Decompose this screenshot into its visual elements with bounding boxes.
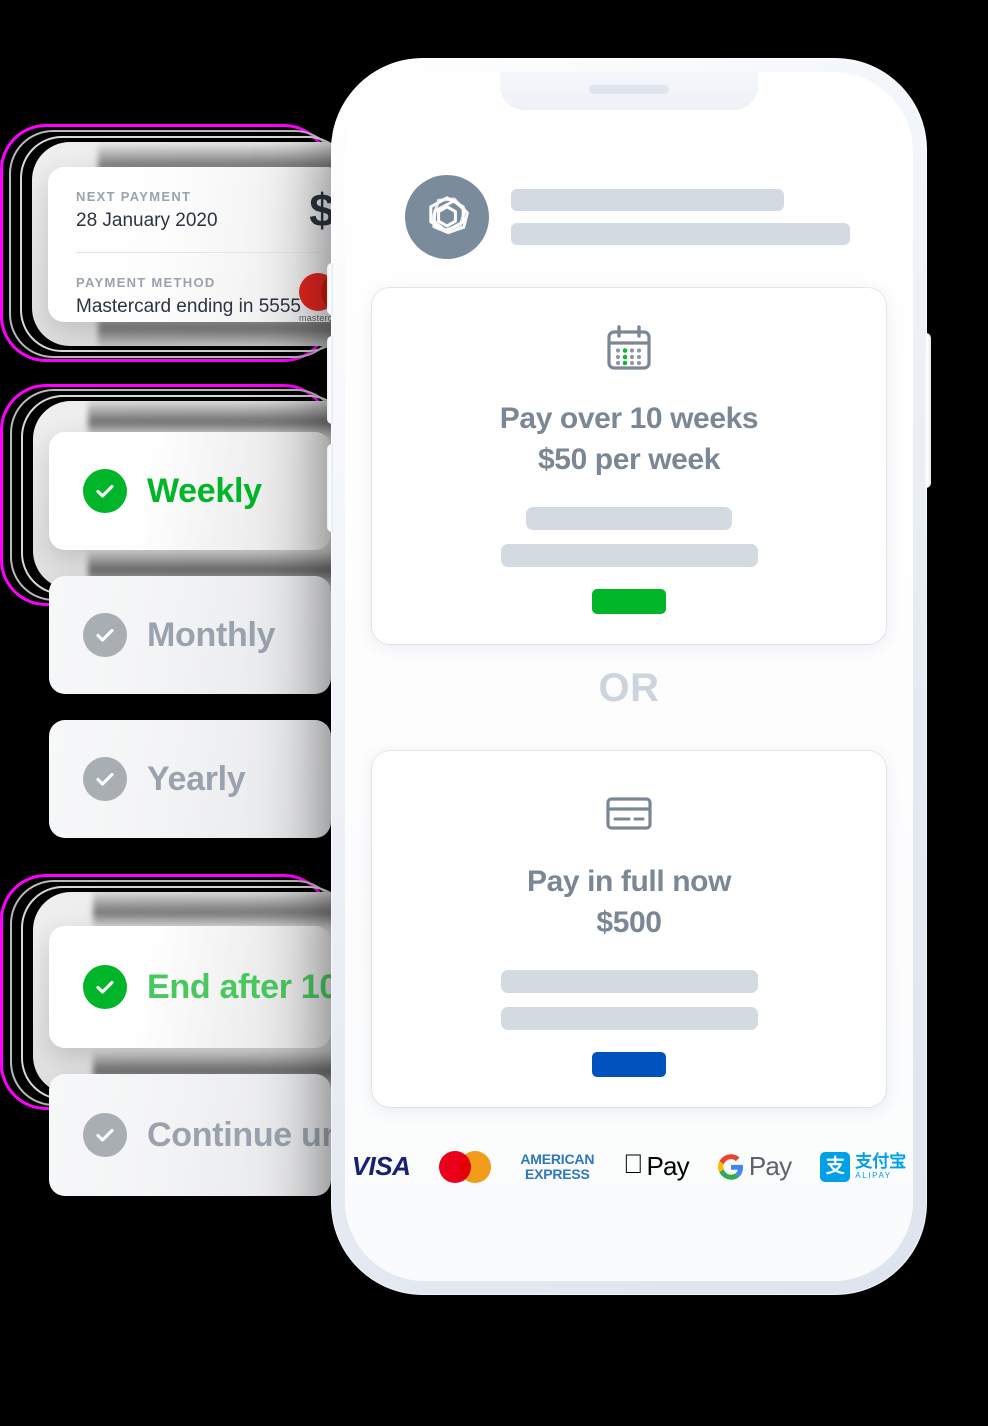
next-payment-row: NEXT PAYMENT 28 January 2020 $50: [48, 167, 384, 252]
installment-cta-button[interactable]: [592, 588, 666, 614]
frequency-option-weekly[interactable]: Weekly: [49, 432, 331, 550]
alipay-icon: 支 支付宝 ALIPAY: [820, 1151, 906, 1182]
google-g-icon: [717, 1153, 743, 1180]
pay-in-full-option-card[interactable]: Pay in full now $500: [372, 750, 886, 1107]
installment-detail-placeholder: [372, 506, 886, 567]
pay-in-full-cta-button[interactable]: [592, 1051, 666, 1077]
or-divider: OR: [598, 665, 660, 710]
skeleton-line-short: [526, 506, 732, 530]
alipay-glyph-icon: 支: [820, 1151, 851, 1182]
installment-title-line-2: $50 per week: [538, 443, 720, 477]
next-payment-date: 28 January 2020: [76, 210, 218, 231]
apple-logo-icon: : [623, 1150, 643, 1178]
phone-volume-up-button[interactable]: [327, 336, 333, 424]
check-circle-icon: [83, 757, 127, 801]
check-circle-icon: [83, 469, 127, 513]
skeleton-line-long: [500, 543, 758, 567]
screenshot-stage: NEXT PAYMENT 28 January 2020 $50 PAYMENT…: [0, 0, 988, 1426]
merchant-text-placeholder: [511, 189, 875, 245]
apple-pay-label: Pay: [636, 1151, 689, 1182]
skeleton-line-long-a: [500, 969, 758, 993]
google-pay-icon: Pay: [717, 1151, 792, 1182]
pay-in-full-title-line-2: $500: [596, 906, 662, 940]
merchant-header: [345, 172, 913, 262]
skeleton-line-merchant-name: [511, 189, 784, 211]
phone-screen: Pay over 10 weeks $50 per week OR Pay in…: [345, 72, 913, 1281]
phone-power-button[interactable]: [924, 333, 931, 488]
pay-in-full-detail-placeholder: [372, 969, 886, 1030]
skeleton-line-merchant-detail: [511, 223, 850, 245]
amex-line-2: EXPRESS: [524, 1165, 590, 1182]
phone-mute-switch[interactable]: [327, 263, 333, 315]
alipay-label-cn: 支付宝: [845, 1152, 906, 1172]
pay-in-full-title-line-1: Pay in full now: [526, 864, 731, 898]
duration-option-continue[interactable]: Continue unle: [49, 1074, 370, 1196]
check-circle-icon: [83, 965, 127, 1009]
duration-option-end-after[interactable]: End after 10 p: [49, 926, 368, 1048]
frequency-option-label: Monthly: [147, 615, 276, 654]
installment-title-line-1: Pay over 10 weeks: [499, 402, 759, 435]
check-circle-icon: [83, 1113, 127, 1157]
frequency-option-label: Yearly: [147, 759, 246, 798]
payment-method-row: PAYMENT METHOD Mastercard ending in 5555…: [48, 253, 359, 338]
alipay-label-en: ALIPAY: [845, 1170, 890, 1180]
visa-icon: VISA: [351, 1151, 411, 1182]
next-payment-card[interactable]: NEXT PAYMENT 28 January 2020 $50 PAYMENT…: [48, 167, 384, 323]
next-payment-label: NEXT PAYMENT: [76, 189, 192, 204]
accepted-payment-methods: VISA AMERICAN EXPRESS  Pay: [345, 1107, 913, 1183]
frequency-option-monthly[interactable]: Monthly: [49, 576, 331, 694]
check-circle-icon: [83, 613, 127, 657]
amex-line-1: AMERICAN: [520, 1150, 595, 1167]
google-pay-label: Pay: [738, 1151, 792, 1182]
frequency-option-label: Weekly: [147, 471, 262, 510]
installment-option-card[interactable]: Pay over 10 weeks $50 per week: [372, 288, 886, 644]
hexagon-spiral-logo-icon: [405, 175, 489, 259]
phone-device-mockup: Pay over 10 weeks $50 per week OR Pay in…: [327, 58, 931, 1295]
checkout-screen: Pay over 10 weeks $50 per week OR Pay in…: [345, 72, 913, 1281]
calendar-icon: [372, 322, 886, 378]
mastercard-icon: [439, 1150, 492, 1183]
phone-volume-down-button[interactable]: [327, 444, 333, 532]
apple-pay-icon:  Pay: [623, 1150, 689, 1182]
phone-earpiece-speaker: [589, 85, 669, 94]
phone-notch: [500, 72, 758, 110]
credit-card-icon: [372, 785, 886, 841]
frequency-option-yearly[interactable]: Yearly: [49, 720, 331, 838]
skeleton-line-long-b: [500, 1006, 758, 1030]
american-express-icon: AMERICAN EXPRESS: [520, 1152, 594, 1181]
